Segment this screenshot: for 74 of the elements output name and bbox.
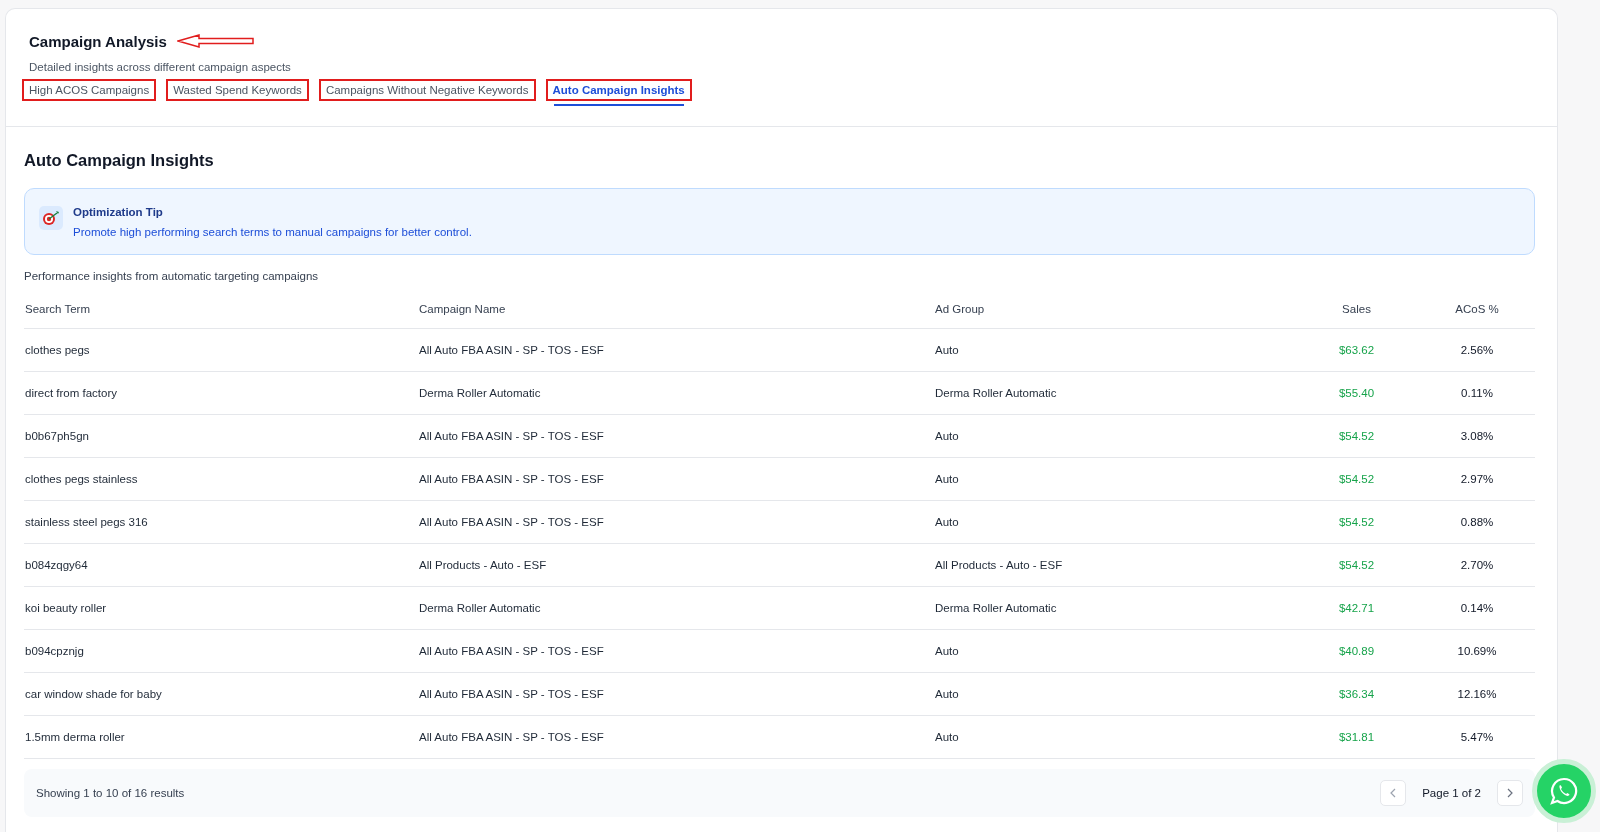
tab[interactable]: Campaigns Without Negative Keywords	[320, 81, 534, 99]
tab[interactable]: Wasted Spend Keywords	[168, 81, 307, 99]
table-cell: All Auto FBA ASIN - SP - TOS - ESF	[418, 457, 934, 500]
table-cell: 0.88%	[1419, 500, 1535, 543]
column-header: Sales	[1294, 290, 1419, 328]
table-cell: All Auto FBA ASIN - SP - TOS - ESF	[418, 328, 934, 371]
tab[interactable]: High ACOS Campaigns	[24, 81, 155, 99]
tip-title: Optimization Tip	[73, 206, 164, 218]
table-cell: All Auto FBA ASIN - SP - TOS - ESF	[418, 715, 934, 758]
table-cell: clothes pegs stainless	[24, 457, 418, 500]
table-cell: Derma Roller Automatic	[418, 371, 934, 414]
table-cell: All Products - Auto - ESF	[418, 543, 934, 586]
table-cell: Derma Roller Automatic	[418, 586, 934, 629]
chevron-left-icon	[1389, 787, 1398, 798]
table-cell: Auto	[934, 414, 1294, 457]
table-cell: 0.11%	[1419, 371, 1535, 414]
table-cell: Auto	[934, 715, 1294, 758]
table-cell: 3.08%	[1419, 414, 1535, 457]
table-cell: car window shade for baby	[24, 672, 418, 715]
table-cell: 12.16%	[1419, 672, 1535, 715]
table-cell: 2.56%	[1419, 328, 1535, 371]
table-cell: Auto	[934, 328, 1294, 371]
table-cell: $54.52	[1294, 500, 1419, 543]
table-cell: 2.70%	[1419, 543, 1535, 586]
table-cell: Derma Roller Automatic	[934, 586, 1294, 629]
table-cell: Auto	[934, 500, 1294, 543]
table-cell: $36.34	[1294, 672, 1419, 715]
table-cell: $55.40	[1294, 371, 1419, 414]
table-cell: 10.69%	[1419, 629, 1535, 672]
table-cell: koi beauty roller	[24, 586, 418, 629]
chevron-right-icon	[1506, 787, 1514, 798]
page-subtitle: Detailed insights across different campaign aspects	[29, 61, 292, 73]
table-cell: All Auto FBA ASIN - SP - TOS - ESF	[418, 500, 934, 543]
tab[interactable]: Auto Campaign Insights	[547, 81, 690, 99]
table-cell: All Auto FBA ASIN - SP - TOS - ESF	[418, 672, 934, 715]
table-cell: 2.97%	[1419, 457, 1535, 500]
table-cell: b094cpznjg	[24, 629, 418, 672]
table-cell: b084zqgy64	[24, 543, 418, 586]
table-cell: Derma Roller Automatic	[934, 371, 1294, 414]
chat-phone-icon	[1549, 776, 1579, 806]
table-cell: $54.52	[1294, 457, 1419, 500]
column-header: ACoS %	[1419, 290, 1535, 328]
table-cell: All Auto FBA ASIN - SP - TOS - ESF	[418, 414, 934, 457]
table-cell: All Auto FBA ASIN - SP - TOS - ESF	[418, 629, 934, 672]
table-cell: $54.52	[1294, 414, 1419, 457]
table-cell: $31.81	[1294, 715, 1419, 758]
page-title: Campaign Analysis	[28, 32, 167, 50]
table-cell: direct from factory	[24, 371, 418, 414]
table-cell: $42.71	[1294, 586, 1419, 629]
table-cell: All Products - Auto - ESF	[934, 543, 1294, 586]
section-title: Auto Campaign Insights	[24, 151, 215, 170]
table-cell: stainless steel pegs 316	[24, 500, 418, 543]
table-cell: clothes pegs	[24, 328, 418, 371]
table-cell: $40.89	[1294, 629, 1419, 672]
table-cell: Auto	[934, 457, 1294, 500]
page-indicator: Page 1 of 2	[1422, 786, 1481, 799]
column-header: Campaign Name	[418, 290, 934, 328]
table-cell: b0b67ph5gn	[24, 414, 418, 457]
table-cell: 5.47%	[1419, 715, 1535, 758]
previous-page-button[interactable]	[1380, 779, 1407, 806]
chat-button[interactable]	[1532, 759, 1596, 823]
table-cell: 0.14%	[1419, 586, 1535, 629]
table-cell: $54.52	[1294, 543, 1419, 586]
tip-text: Promote high performing search terms to manual campaigns for better control.	[73, 226, 472, 238]
target-icon	[42, 210, 60, 226]
table-cell: Auto	[934, 629, 1294, 672]
table-cell: Auto	[934, 672, 1294, 715]
column-header: Ad Group	[934, 290, 1294, 328]
next-page-button[interactable]	[1497, 779, 1523, 806]
table-cell: $63.62	[1294, 328, 1419, 371]
table-cell: 1.5mm derma roller	[24, 715, 418, 758]
results-summary: Showing 1 to 10 of 16 results	[36, 786, 185, 799]
column-header: Search Term	[24, 290, 418, 328]
section-description: Performance insights from automatic targeting campaigns	[24, 270, 320, 282]
